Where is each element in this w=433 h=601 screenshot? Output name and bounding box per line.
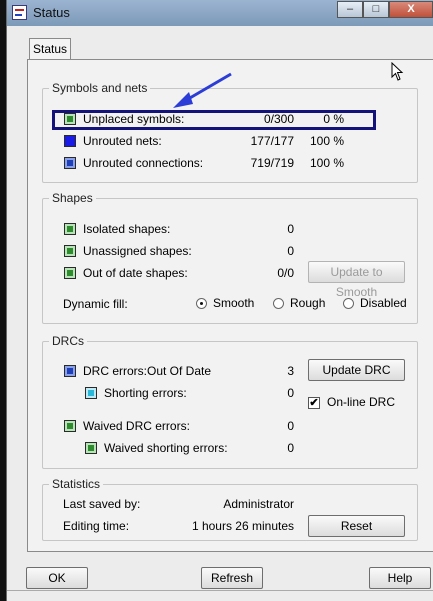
fill-disabled-radio[interactable]: [343, 298, 354, 309]
unrouted-nets-label: Unrouted nets:: [83, 134, 162, 148]
out-of-date-shapes-label: Out of date shapes:: [83, 266, 188, 280]
online-drc-checkbox[interactable]: ✔: [308, 397, 320, 409]
status-tab-panel: Symbols and nets Unplaced symbols: 0/300…: [27, 59, 433, 552]
unrouted-connections-label: Unrouted connections:: [83, 156, 204, 170]
unrouted-connections-percent: 100 %: [309, 156, 344, 170]
fill-smooth-radio[interactable]: [196, 298, 207, 309]
status-dialog: Status – □ X Status Symbols and nets Unp…: [6, 0, 433, 601]
drc-errors-value: 3: [287, 364, 294, 378]
tab-status[interactable]: Status: [29, 38, 71, 60]
waived-drc-errors-label: Waived DRC errors:: [83, 419, 190, 433]
waived-shorting-errors-label: Waived shorting errors:: [104, 441, 228, 455]
unrouted-nets-count: 177/177: [250, 134, 294, 148]
maximize-button[interactable]: □: [363, 1, 389, 18]
reset-button[interactable]: Reset: [308, 515, 405, 537]
unrouted-connections-count: 719/719: [250, 156, 294, 170]
title-bar[interactable]: Status – □ X: [7, 0, 433, 26]
isolated-shapes-label: Isolated shapes:: [83, 222, 171, 236]
dynamic-fill-label: Dynamic fill:: [63, 297, 128, 311]
shorting-errors-icon: [85, 387, 97, 399]
group-title: Symbols and nets: [52, 81, 148, 95]
isolated-shapes-icon: [64, 223, 76, 235]
waived-drc-errors-icon: [64, 420, 76, 432]
unassigned-shapes-value: 0: [287, 244, 294, 258]
fill-rough-radio[interactable]: [273, 298, 284, 309]
group-title: Statistics: [52, 477, 101, 491]
fill-rough-label[interactable]: Rough: [290, 295, 325, 311]
last-saved-value: Administrator: [223, 497, 294, 511]
divider: [7, 590, 433, 591]
isolated-shapes-value: 0: [287, 222, 294, 236]
unrouted-connections-color-icon: [64, 157, 76, 169]
annotation-arrow-icon: [173, 72, 232, 108]
app-icon: [12, 5, 27, 20]
close-button[interactable]: X: [389, 1, 433, 18]
update-drc-button[interactable]: Update DRC: [308, 359, 405, 381]
editing-time-value: 1 hours 26 minutes: [191, 519, 294, 533]
unrouted-nets-color-icon: [64, 135, 76, 147]
mouse-cursor-icon: [391, 62, 404, 81]
last-saved-label: Last saved by:: [63, 497, 141, 511]
waived-drc-errors-value: 0: [287, 419, 294, 433]
minimize-button[interactable]: –: [337, 1, 363, 18]
unplaced-symbols-color-icon: [64, 113, 76, 125]
drc-errors-label: DRC errors:: [83, 364, 148, 378]
help-button[interactable]: Help: [369, 567, 431, 589]
refresh-button[interactable]: Refresh: [201, 567, 263, 589]
unrouted-nets-percent: 100 %: [309, 134, 344, 148]
group-title: DRCs: [52, 334, 84, 348]
unassigned-shapes-label: Unassigned shapes:: [83, 244, 192, 258]
editing-time-label: Editing time:: [63, 519, 130, 533]
fill-smooth-label[interactable]: Smooth: [213, 295, 254, 311]
waived-shorting-errors-value: 0: [287, 441, 294, 455]
ok-button[interactable]: OK: [26, 567, 88, 589]
unassigned-shapes-icon: [64, 245, 76, 257]
drc-status: Out Of Date: [147, 364, 212, 378]
update-to-smooth-button[interactable]: Update to Smooth: [308, 261, 405, 299]
group-title: Shapes: [52, 191, 93, 205]
unplaced-symbols-label: Unplaced symbols:: [83, 112, 185, 126]
drc-errors-icon: [64, 365, 76, 377]
fill-disabled-label[interactable]: Disabled: [360, 295, 407, 311]
shorting-errors-label: Shorting errors:: [104, 386, 187, 400]
shorting-errors-value: 0: [287, 386, 294, 400]
out-of-date-shapes-icon: [64, 267, 76, 279]
unplaced-symbols-count: 0/300: [263, 112, 294, 126]
online-drc-label[interactable]: On-line DRC: [327, 394, 395, 410]
window-title: Status: [33, 5, 70, 20]
out-of-date-shapes-value: 0/0: [277, 266, 294, 280]
unplaced-symbols-percent: 0 %: [323, 112, 344, 126]
waived-shorting-errors-icon: [85, 442, 97, 454]
